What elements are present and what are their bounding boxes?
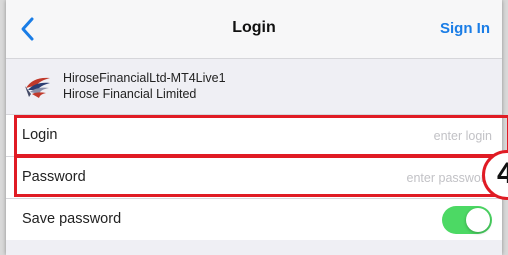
- navigation-bar: Login Sign In: [6, 0, 502, 59]
- login-label: Login: [22, 127, 58, 143]
- login-screen: Login Sign In HiroseFinancialLtd-MT4Live…: [6, 0, 502, 255]
- page-title: Login: [232, 19, 276, 36]
- sign-in-button[interactable]: Sign In: [440, 20, 490, 37]
- password-input[interactable]: [290, 167, 494, 189]
- save-password-row: Save password: [6, 199, 502, 241]
- password-row: Password: [6, 157, 502, 199]
- login-input[interactable]: [290, 125, 494, 147]
- toggle-knob: [466, 208, 490, 232]
- password-label: Password: [22, 169, 86, 185]
- login-form: Login Password Save password: [6, 114, 502, 241]
- server-info: HiroseFinancialLtd-MT4Live1 Hirose Finan…: [6, 59, 502, 111]
- login-row: Login: [6, 115, 502, 157]
- server-name: HiroseFinancialLtd-MT4Live1: [63, 71, 226, 85]
- background-fill: [6, 240, 502, 255]
- step-number: 4: [497, 157, 508, 190]
- server-company: Hirose Financial Limited: [63, 87, 197, 101]
- save-password-toggle[interactable]: [442, 206, 492, 234]
- broker-logo-icon: [25, 77, 50, 98]
- save-password-label: Save password: [22, 211, 122, 227]
